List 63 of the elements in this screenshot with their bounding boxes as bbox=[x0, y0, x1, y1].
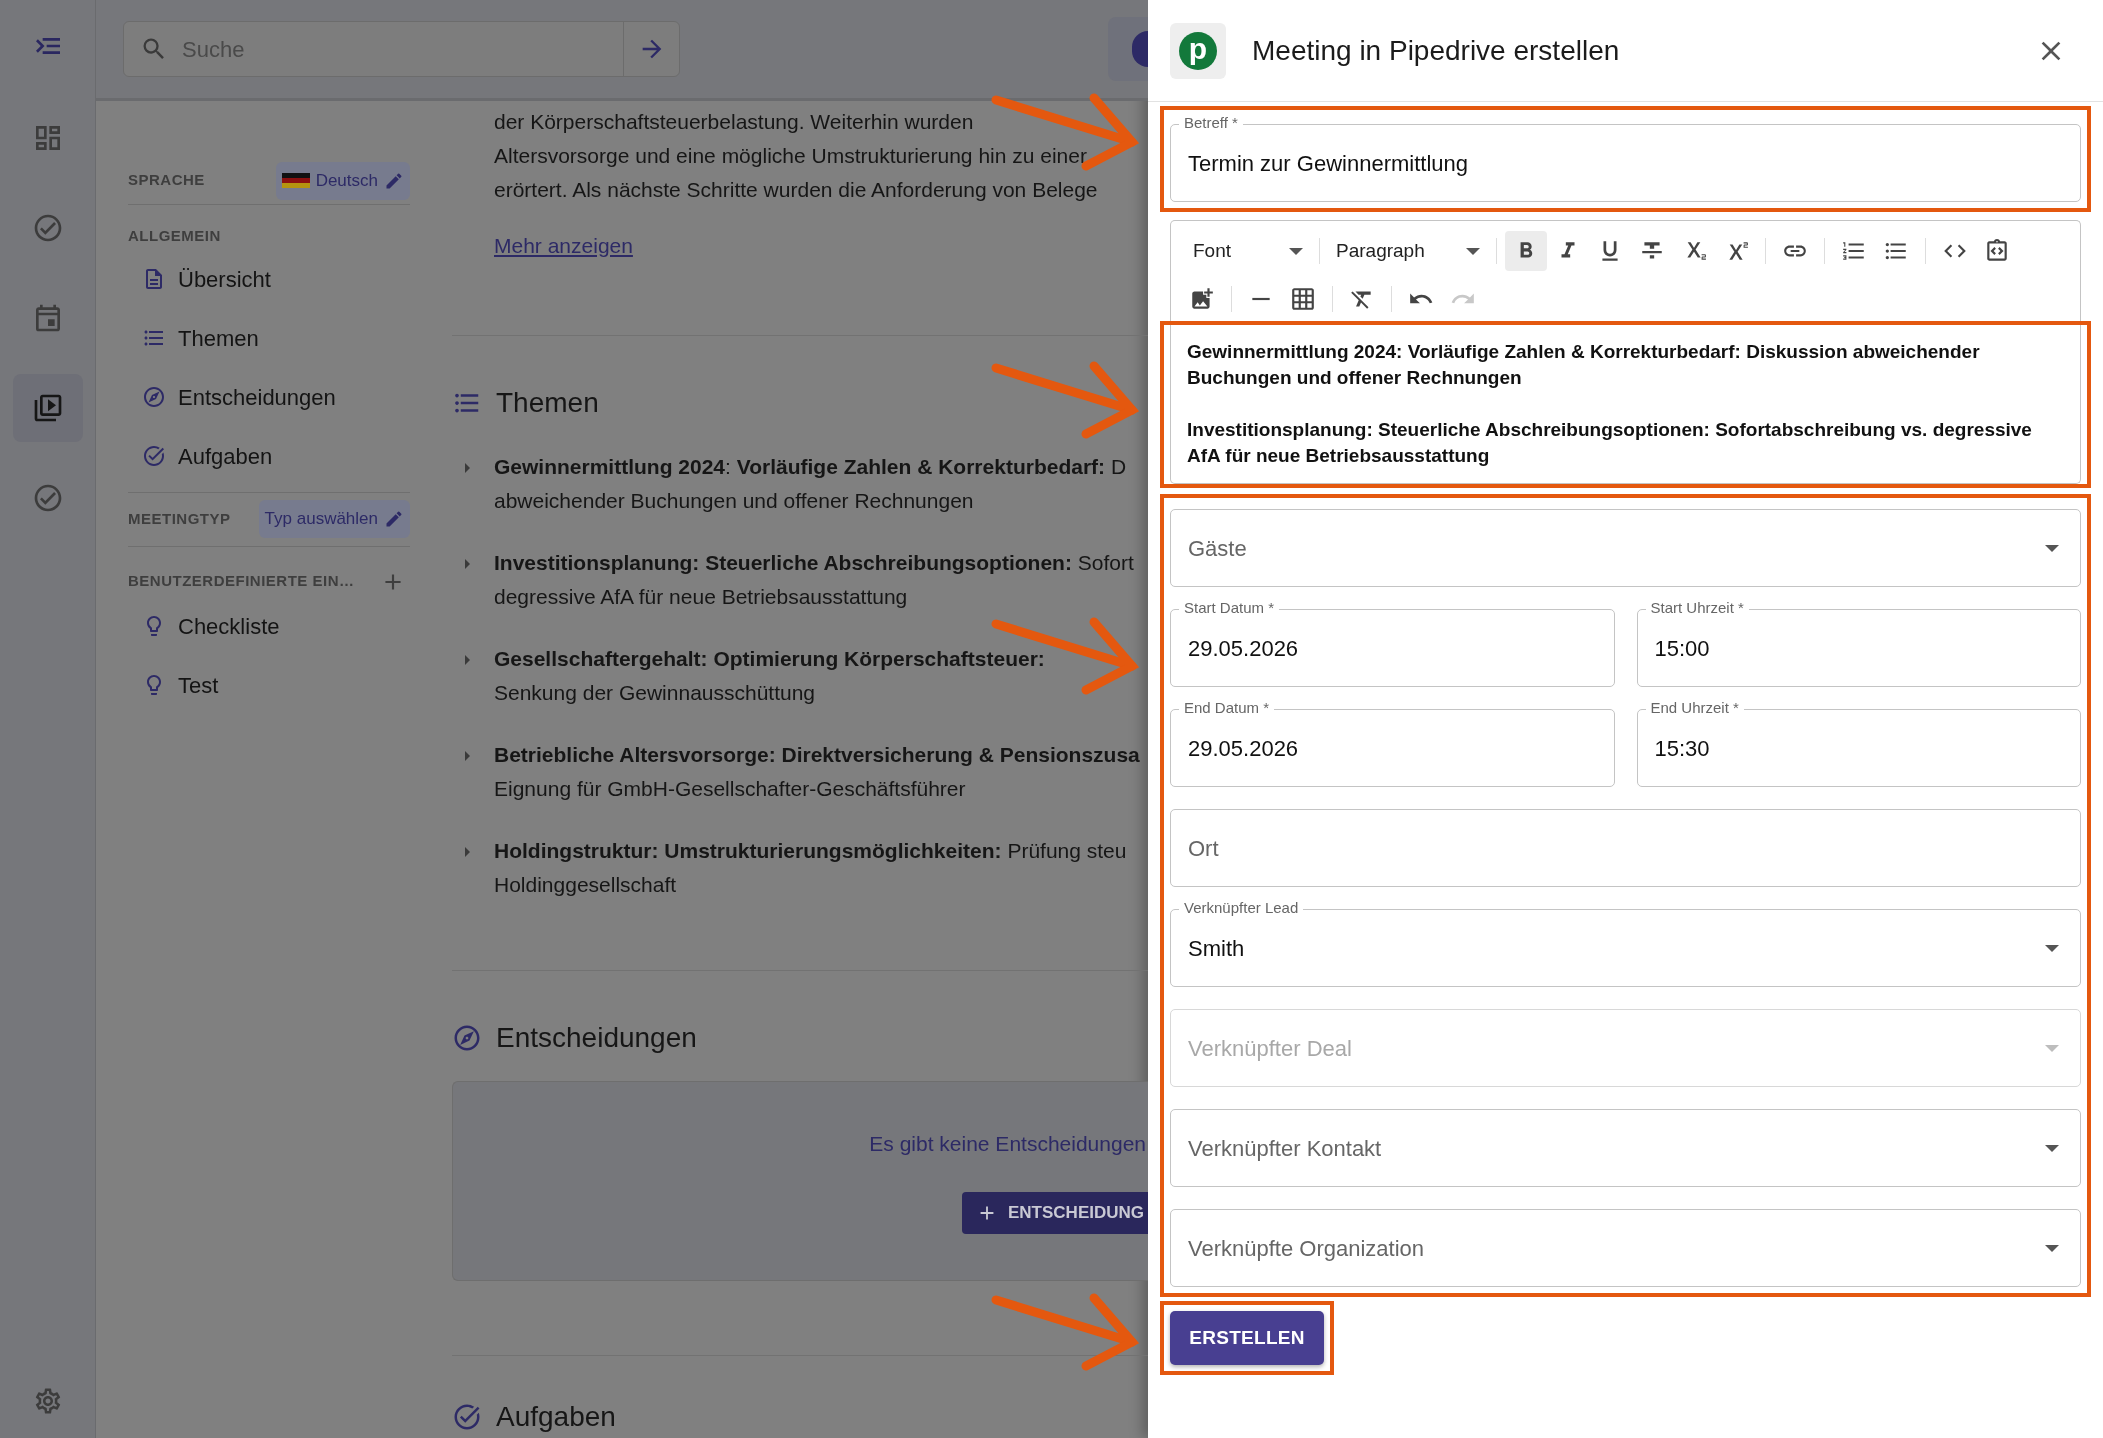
topic-title: Gesellschaftergehalt: Optimierung Körperschaftsteuer: bbox=[494, 646, 1045, 672]
font-dropdown[interactable]: Font bbox=[1181, 231, 1311, 271]
add-decision-button[interactable]: ENTSCHEIDUNG bbox=[962, 1191, 1148, 1234]
compass-icon bbox=[142, 385, 166, 409]
summary-text: der Körperschaftsteuerbelastung. Weiterhin wurden bbox=[494, 109, 975, 135]
summary-text: erörtert. Als nächste Schritte wurden die Anforderung von Belege bbox=[494, 177, 1099, 203]
editor-paragraph: Investitionsplanung: Steuerliche Abschreibungsoptionen: Sofortabschreibung vs. degressive AfA für neue Betriebsausstattung bbox=[1187, 418, 2033, 468]
dropdown-arrow-icon bbox=[2045, 1144, 2059, 1152]
editor-paragraph: Gewinnermittlung 2024: Vorläufige Zahlen & Korrekturbedarf: Diskussion abweichender Buchungen und offener Rechnungen bbox=[1187, 340, 1981, 390]
dropdown-arrow-icon bbox=[2045, 1244, 2059, 1252]
field-placeholder: Ort bbox=[1188, 834, 1220, 863]
topic-description: Holdinggesellschaft bbox=[494, 872, 678, 898]
dropdown-arrow-icon bbox=[2045, 944, 2059, 952]
sidebar-item[interactable]: Themen bbox=[128, 308, 410, 368]
dropdown-arrow-icon bbox=[2045, 1044, 2059, 1052]
video-library-icon[interactable] bbox=[12, 374, 83, 442]
language-chip[interactable]: Deutsch bbox=[275, 161, 410, 200]
section-label: SPRACHE bbox=[128, 170, 205, 191]
more-link[interactable]: Mehr anzeigen bbox=[494, 229, 633, 263]
section-label: ALLGEMEIN bbox=[128, 226, 222, 246]
pipedrive-logo: p bbox=[1179, 31, 1217, 70]
field-placeholder: Verknüpfter Kontakt bbox=[1188, 1134, 1383, 1163]
topic-title: Gewinnermittlung 2024: Vorläufige Zahlen & Korrekturbedarf: D bbox=[494, 454, 1127, 480]
dropdown-arrow-icon bbox=[1289, 247, 1303, 255]
topic-description: abweichender Buchungen und offener Rechnungen bbox=[494, 488, 975, 514]
field-value: 15:00 bbox=[1654, 634, 1711, 663]
empty-state-text: Es gibt keine Entscheidungen bbox=[869, 1131, 1147, 1157]
paragraph-dropdown[interactable]: Paragraph bbox=[1328, 231, 1488, 271]
sidebar-item[interactable]: Übersicht bbox=[128, 249, 410, 309]
dialog-title: Meeting in Pipedrive erstellen bbox=[1252, 33, 1620, 68]
dropdown-arrow-icon bbox=[2045, 544, 2059, 552]
field-placeholder: Gäste bbox=[1188, 534, 1248, 563]
pencil-icon bbox=[384, 509, 404, 529]
topic-description: degressive AfA für neue Betriebsausstattung bbox=[494, 584, 909, 610]
field-value: 29.05.2026 bbox=[1188, 734, 1300, 763]
topic-title: Betriebliche Altersvorsorge: Direktversicherung & Pensionszusa bbox=[494, 742, 1140, 768]
section-heading: Aufgaben bbox=[496, 1400, 616, 1434]
compass-icon bbox=[452, 1023, 482, 1053]
topic-title: Holdingstruktur: Umstrukturierungsmöglichkeiten: Prüfung steu bbox=[494, 838, 1127, 864]
field-value: Termin zur Gewinnermittlung bbox=[1188, 149, 1469, 178]
sidebar-item[interactable]: Test bbox=[128, 655, 410, 715]
section-label: BENUTZERDEFINIERTE EIN… bbox=[128, 571, 355, 592]
topic-title: Investitionsplanung: Steuerliche Abschreibungsoptionen: Sofort bbox=[494, 550, 1134, 576]
german-flag-icon bbox=[281, 172, 310, 189]
section-heading: Themen bbox=[496, 386, 599, 420]
create-button[interactable]: ERSTELLEN bbox=[1170, 1311, 1324, 1365]
sidebar-item[interactable]: Entscheidungen bbox=[128, 367, 410, 427]
section-label: MEETINGTYP bbox=[128, 508, 231, 529]
bold-icon[interactable] bbox=[1505, 231, 1547, 271]
sidebar-item[interactable]: Aufgaben bbox=[128, 426, 410, 486]
sidebar-item[interactable]: Checkliste bbox=[128, 596, 410, 656]
field-value: Smith bbox=[1188, 934, 1246, 963]
topic-description: Eignung für GmbH-Gesellschafter-Geschäftsführer bbox=[494, 776, 967, 802]
field-placeholder: Verknüpfte Organization bbox=[1188, 1234, 1426, 1263]
meeting-type-chip[interactable]: Typ auswählen bbox=[258, 500, 410, 538]
field-value: 15:30 bbox=[1654, 734, 1711, 763]
topic-description: Senkung der Gewinnausschüttung bbox=[494, 680, 817, 706]
dropdown-arrow-icon bbox=[1466, 247, 1480, 255]
field-value: 29.05.2026 bbox=[1188, 634, 1300, 663]
field-placeholder: Verknüpfter Deal bbox=[1188, 1034, 1353, 1063]
pencil-icon bbox=[384, 170, 404, 191]
summary-text: Altersvorsorge und eine mögliche Umstrukturierung hin zu einer bbox=[494, 143, 1088, 169]
section-heading: Entscheidungen bbox=[496, 1021, 697, 1055]
